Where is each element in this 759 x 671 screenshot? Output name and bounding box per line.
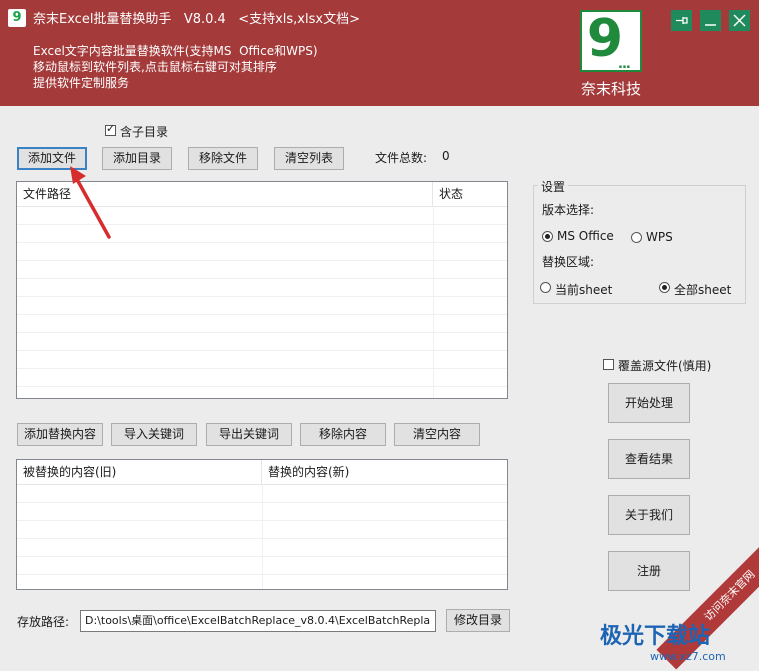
list-row-line [17,574,507,575]
logo-dots: ... [618,57,631,72]
include-subdir-checkbox[interactable] [105,122,116,136]
window-title: 奈末Excel批量替换助手 V8.0.4 <支持xls,xlsx文档> [33,12,360,27]
list-row-line [17,368,507,369]
list-row-line [17,520,507,521]
register-button[interactable]: 注册 [608,551,690,591]
version-label: 版本选择: [542,203,595,217]
radio-current-sheet-label: 当前sheet [555,283,613,297]
import-keywords-button[interactable]: 导入关键词 [111,423,197,446]
remove-file-button[interactable]: 移除文件 [188,147,258,170]
pin-icon[interactable] [671,10,692,31]
column-old-content[interactable]: 被替换的内容(旧) [17,460,262,484]
header-line-3: 提供软件定制服务 [33,76,130,90]
company-name: 奈末科技 [580,80,641,98]
radio-ms-office[interactable] [542,231,553,242]
overwrite-source-label: 覆盖源文件(慎用) [618,359,712,373]
replace-list[interactable]: 被替换的内容(旧) 替换的内容(新) [16,459,508,590]
change-directory-button[interactable]: 修改目录 [446,609,510,632]
header-line-2: 移动鼠标到软件列表,点击鼠标右键可对其排序 [33,60,277,74]
watermark-url: www.xz7.com [650,650,726,663]
list-row-line [17,386,507,387]
add-replace-content-button[interactable]: 添加替换内容 [17,423,103,446]
app-icon: 9 [8,9,26,27]
close-icon[interactable] [729,10,750,31]
radio-ms-office-label: MS Office [557,229,614,243]
radio-wps[interactable] [631,232,642,243]
column-status[interactable]: 状态 [433,182,507,206]
scope-label: 替换区域: [542,255,595,269]
overwrite-source-checkbox[interactable] [603,359,614,370]
minimize-icon[interactable] [700,10,721,31]
clear-list-button[interactable]: 清空列表 [274,147,344,170]
radio-all-sheets-label: 全部sheet [674,283,732,297]
include-subdir-label: 含子目录 [120,125,169,139]
file-total-value: 0 [442,149,450,163]
clear-content-button[interactable]: 清空内容 [394,423,480,446]
view-result-button[interactable]: 查看结果 [608,439,690,479]
list-row-line [17,260,507,261]
radio-wps-label: WPS [646,230,673,244]
list-row-line [17,502,507,503]
export-keywords-button[interactable]: 导出关键词 [206,423,292,446]
column-new-content[interactable]: 替换的内容(新) [262,460,507,484]
list-row-line [17,278,507,279]
remove-content-button[interactable]: 移除内容 [300,423,386,446]
header-line-1: Excel文字内容批量替换软件(支持MS Office和WPS) [33,44,318,58]
list-row-line [17,350,507,351]
file-total-label: 文件总数: [375,151,428,165]
column-divider [433,206,434,398]
output-path-field[interactable]: D:\tools\桌面\office\ExcelBatchReplace_v8.… [80,610,436,632]
annotation-arrow-icon [70,166,111,239]
replace-list-header: 被替换的内容(旧) 替换的内容(新) [17,460,507,485]
settings-group-title: 设置 [538,178,569,195]
list-row-line [17,332,507,333]
list-row-line [17,296,507,297]
radio-all-sheets[interactable] [659,282,670,293]
watermark-text: 极光下载站 [600,624,711,649]
list-row-line [17,314,507,315]
start-processing-button[interactable]: 开始处理 [608,383,690,423]
list-row-line [17,556,507,557]
company-logo: 9 ... [580,9,642,72]
radio-current-sheet[interactable] [540,282,551,293]
output-path-label: 存放路径: [17,615,70,629]
about-us-button[interactable]: 关于我们 [608,495,690,535]
list-row-line [17,538,507,539]
